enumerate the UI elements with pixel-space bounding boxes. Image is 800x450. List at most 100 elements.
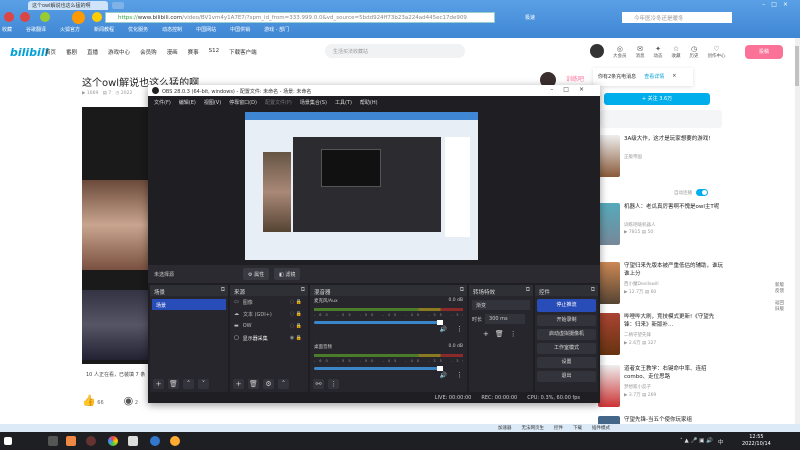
autoplay-toggle[interactable]: 自动连播: [674, 189, 708, 196]
status-item[interactable]: 插件模式: [592, 425, 610, 432]
studio-mode-button[interactable]: 工作室模式: [537, 343, 596, 354]
menu-item[interactable]: 文件(F): [154, 99, 171, 106]
user-menu-item[interactable]: ☆ 收藏: [672, 45, 681, 59]
volume-slider[interactable]: [314, 320, 443, 325]
source-item[interactable]: ▢ 显示器采集 ◉ 🔒: [230, 332, 308, 344]
refresh-icon[interactable]: [40, 12, 50, 22]
collapse-panel[interactable]: [600, 110, 722, 128]
scrollbar-thumb[interactable]: [795, 46, 799, 86]
toast-link[interactable]: 查看详情: [644, 73, 664, 81]
back-icon[interactable]: [4, 12, 14, 22]
scrollbar[interactable]: [795, 38, 800, 425]
user-menu-item[interactable]: ◎ 大会员: [613, 45, 627, 59]
taskbar-app-icon[interactable]: [128, 436, 138, 446]
window-controls[interactable]: –□×: [762, 1, 794, 8]
bookmark[interactable]: 火狐官方: [60, 26, 80, 33]
bookmark[interactable]: 优化服务: [128, 26, 148, 33]
taskbar-app-icon[interactable]: [48, 436, 58, 446]
menu-item[interactable]: 停靠窗口(D): [229, 99, 257, 106]
settings-button[interactable]: 设置: [537, 357, 596, 368]
duration-input[interactable]: 300 ms: [485, 314, 526, 324]
source-item[interactable]: ☁ 文本 (GDI+) ◌ 🔒: [230, 308, 308, 320]
recommend-card[interactable]: 道者女王教学：右键命中率、连招combo、走位思路 梦想家小蕊子 ▶ 3.7万 ▤ …: [598, 365, 728, 413]
status-item[interactable]: 下载: [573, 425, 582, 432]
browser-taskbar-icon[interactable]: [108, 436, 118, 446]
exit-button[interactable]: 退出: [537, 371, 596, 382]
new-tab-button[interactable]: [112, 2, 124, 9]
trash-icon[interactable]: 🗑: [168, 379, 179, 389]
quick-button[interactable]: 极速: [525, 14, 535, 21]
transition-select[interactable]: 渐变: [472, 300, 530, 310]
forward-icon[interactable]: [20, 12, 30, 22]
visibility-icon[interactable]: ◌ 🔒: [290, 311, 302, 317]
more-icon[interactable]: ⋮: [456, 371, 463, 379]
bookmark[interactable]: 新闻教程: [94, 26, 114, 33]
speaker-icon[interactable]: 🔊: [440, 326, 447, 333]
nav-item[interactable]: S12: [209, 48, 220, 56]
upload-button[interactable]: 投稿: [745, 45, 783, 59]
clock[interactable]: 12:55 2022/10/14: [742, 434, 771, 448]
close-icon[interactable]: ×: [672, 73, 676, 81]
start-icon[interactable]: [4, 437, 12, 445]
menu-item[interactable]: 编辑(E): [179, 99, 196, 106]
menu-item[interactable]: 场景集合(S): [300, 99, 327, 106]
status-item[interactable]: 无法网页生: [522, 425, 545, 432]
site-search-input[interactable]: 生活买法收藏站: [325, 44, 465, 58]
avatar[interactable]: [590, 44, 604, 58]
visibility-icon[interactable]: ◌ 🔒: [290, 323, 302, 329]
scene-item[interactable]: 场景: [152, 299, 226, 310]
visibility-icon[interactable]: ◉ 🔒: [290, 335, 302, 341]
more-icon[interactable]: ⋮: [456, 325, 463, 333]
obs-preview[interactable]: [245, 112, 478, 260]
follow-button[interactable]: + 关注 3.6万: [604, 93, 710, 105]
bookmark[interactable]: 中国网站: [196, 26, 216, 33]
menu-item[interactable]: 视图(V): [204, 99, 221, 106]
properties-button[interactable]: ⚙ 属性: [243, 268, 270, 280]
menu-item[interactable]: 工具(T): [335, 99, 352, 106]
nav-item[interactable]: 漫画: [167, 48, 178, 56]
nav-item[interactable]: 游戏中心: [108, 48, 130, 56]
bookmark[interactable]: 收藏: [2, 26, 12, 33]
home-icon[interactable]: [72, 11, 85, 24]
side-link[interactable]: 新版反馈: [775, 283, 785, 295]
menu-item[interactable]: 帮助(H): [360, 99, 378, 106]
gear-icon[interactable]: ⚙: [263, 379, 274, 389]
trash-icon[interactable]: 🗑: [495, 330, 504, 338]
taskbar-app-icon[interactable]: [66, 436, 76, 446]
recommend-card[interactable]: 3A级大作，这才是玩家想要的游戏! 正版帝国: [598, 135, 728, 183]
like-button[interactable]: 👍 66: [82, 394, 104, 407]
link-icon[interactable]: ⚯: [313, 379, 324, 389]
stop-streaming-button[interactable]: 停止推流: [537, 299, 596, 312]
nav-item[interactable]: 下载客户端: [229, 48, 257, 56]
obs-taskbar-icon[interactable]: [86, 436, 96, 446]
speaker-icon[interactable]: 🔊: [440, 372, 447, 379]
ime-indicator[interactable]: 中: [718, 438, 724, 446]
add-icon[interactable]: +: [153, 379, 164, 389]
browser-search[interactable]: 今年医冷冬还是暖冬: [622, 12, 732, 23]
user-menu-item[interactable]: ✦ 动态: [654, 45, 663, 59]
add-icon[interactable]: +: [233, 379, 244, 389]
status-item[interactable]: 加速器: [498, 425, 512, 432]
up-name[interactable]: 训练吧: [566, 74, 584, 83]
add-icon[interactable]: +: [483, 330, 489, 338]
extension-icon[interactable]: [92, 12, 102, 22]
source-item[interactable]: ▭ 图像 ◌ 🔒: [230, 296, 308, 308]
start-recording-button[interactable]: 开始录制: [537, 315, 596, 326]
nav-item[interactable]: 会员购: [140, 48, 157, 56]
source-item[interactable]: ▬ OW ◌ 🔒: [230, 320, 308, 332]
virtual-camera-button[interactable]: 启动虚拟摄像机: [537, 329, 596, 340]
nav-item[interactable]: 番剧: [66, 48, 77, 56]
status-item[interactable]: 控件: [554, 425, 563, 432]
bookmark[interactable]: 游戏 - 部门: [264, 26, 289, 33]
recommend-card[interactable]: 机器人：老瓜真厉害啊不愧是owl主T呢 训练吧啵机器人 ▶ 7815 ▤ 50: [598, 203, 728, 251]
bookmark[interactable]: 中国供销: [230, 26, 250, 33]
volume-slider[interactable]: [314, 366, 443, 371]
up-icon[interactable]: ˄: [278, 379, 289, 389]
down-icon[interactable]: ˅: [198, 379, 209, 389]
nav-item[interactable]: 直播: [87, 48, 98, 56]
more-icon[interactable]: ⋮: [510, 330, 517, 338]
recommend-card[interactable]: 守望先锋-当五个使你玩家组: [598, 416, 728, 424]
more-icon[interactable]: ⋮: [328, 379, 339, 389]
side-link[interactable]: 返回旧版: [775, 301, 785, 313]
toggle-switch[interactable]: [696, 189, 708, 196]
